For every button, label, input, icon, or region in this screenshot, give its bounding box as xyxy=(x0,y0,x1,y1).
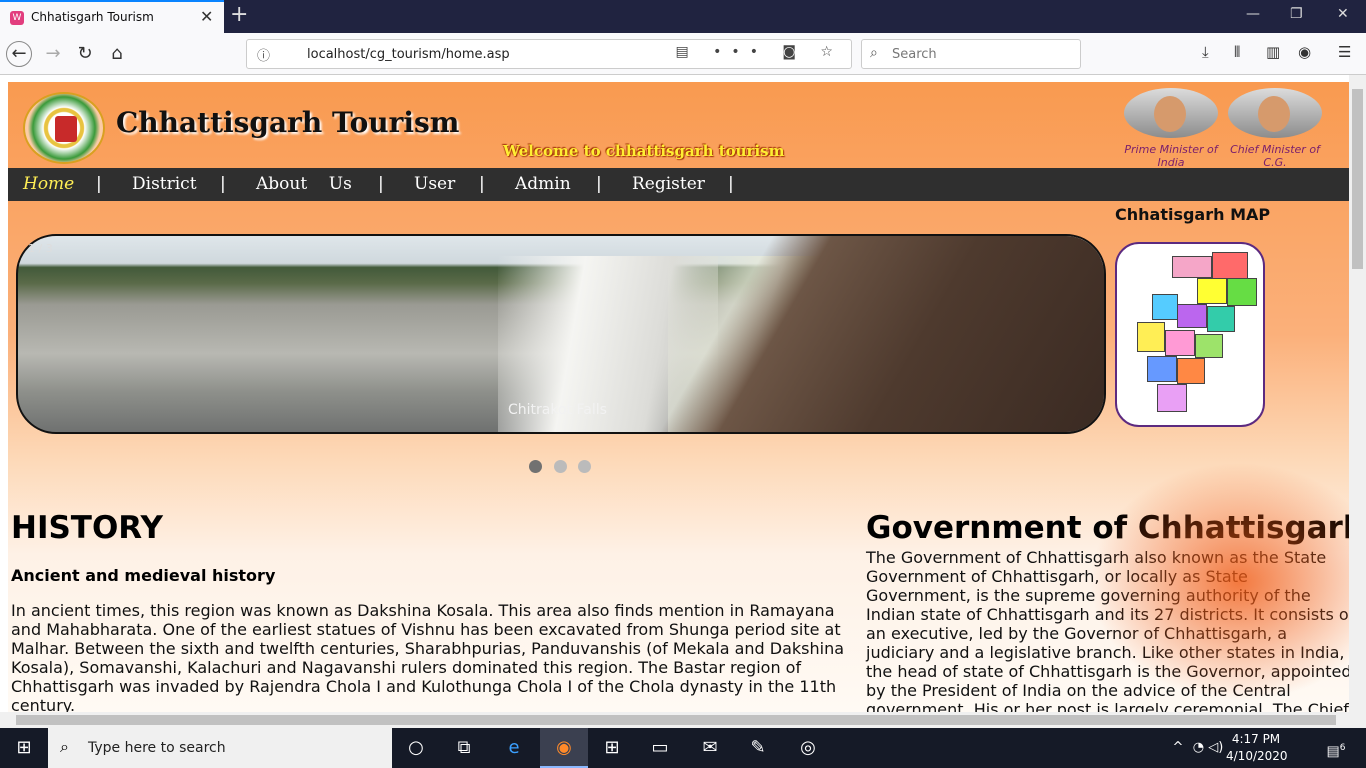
network-volume-icon[interactable]: ◔ ◁) xyxy=(1190,728,1226,768)
url-text: localhost/cg_tourism/home.asp xyxy=(307,47,510,62)
history-section: HISTORY Ancient and medieval history In … xyxy=(11,510,851,712)
search-icon: ⌕ xyxy=(870,45,878,61)
windows-taskbar: ⊞ ⌕ Type here to search ○ ⧉ e ◉ ⊞ ▭ ✉ ✎ … xyxy=(0,728,1366,768)
clock-date: 4/10/2020 xyxy=(1226,749,1288,763)
taskbar-search-input[interactable]: ⌕ Type here to search xyxy=(48,728,392,768)
home-icon[interactable]: ⌂ xyxy=(104,41,130,67)
browser-tab-bar: W Chhatisgarh Tourism ✕ + — ❐ ✕ xyxy=(0,0,1366,33)
vertical-scrollbar[interactable] xyxy=(1349,75,1366,712)
menu-separator: | xyxy=(96,174,102,194)
government-heading: Government of Chhattisgarh xyxy=(866,510,1349,546)
firefox-icon[interactable]: ◉ xyxy=(540,728,588,768)
menu-home[interactable]: Home xyxy=(23,174,74,194)
clock-time: 4:17 PM xyxy=(1231,732,1281,746)
browser-tab[interactable]: W Chhatisgarh Tourism ✕ xyxy=(0,0,224,33)
menu-separator: | xyxy=(220,174,226,194)
main-menu: Home | District | About Us | User | Admi… xyxy=(8,168,1349,201)
store-icon[interactable]: ⊞ xyxy=(588,728,636,768)
site-info-icon[interactable]: ⓘ xyxy=(257,45,270,64)
new-tab-icon[interactable]: + xyxy=(230,2,248,27)
tab-title: Chhatisgarh Tourism xyxy=(31,10,154,24)
cm-caption: Chief Minister of C.G. xyxy=(1230,143,1320,169)
menu-district[interactable]: District xyxy=(132,174,197,194)
page-viewport: Chhattisgarh Tourism Welcome to chhattis… xyxy=(8,82,1349,712)
menu-user[interactable]: User xyxy=(414,174,455,194)
history-heading: HISTORY xyxy=(11,510,163,546)
menu-separator: | xyxy=(728,174,734,194)
browser-search-input[interactable]: ⌕ Search xyxy=(861,39,1081,69)
cg-emblem-logo xyxy=(23,92,105,164)
close-tab-icon[interactable]: ✕ xyxy=(200,7,213,26)
slide-caption: Chitrakot Falls xyxy=(508,402,607,418)
terminal-icon[interactable]: ▭ xyxy=(636,728,684,768)
close-window-icon[interactable]: ✕ xyxy=(1337,6,1349,22)
browser-nav-bar: ← → ↻ ⌂ ⓘ localhost/cg_tourism/home.asp … xyxy=(0,33,1366,75)
menu-about-us[interactable]: About Us xyxy=(256,174,352,194)
pm-caption: Prime Minister of India xyxy=(1124,143,1218,169)
horizontal-scrollbar[interactable] xyxy=(0,712,1366,728)
restore-icon[interactable]: ❐ xyxy=(1290,6,1303,22)
slide-dot-2[interactable] xyxy=(554,460,567,473)
download-icon[interactable]: ⤓ xyxy=(1202,43,1209,61)
mail-icon[interactable]: ✉ xyxy=(686,728,734,768)
site-header: Chhattisgarh Tourism Welcome to chhattis… xyxy=(8,82,1349,169)
cg-map-image xyxy=(1115,242,1265,427)
pm-photo: Prime Minister of India xyxy=(1124,88,1218,169)
app-icon[interactable]: ◎ xyxy=(784,728,832,768)
cortana-icon[interactable]: ○ xyxy=(392,728,440,768)
history-subheading: Ancient and medieval history xyxy=(11,566,276,585)
map-title: Chhatisgarh MAP xyxy=(1115,205,1271,224)
paint-icon[interactable]: ✎ xyxy=(734,728,782,768)
menu-separator: | xyxy=(479,174,485,194)
edge-icon[interactable]: e xyxy=(490,728,538,768)
search-placeholder: Search xyxy=(892,47,937,62)
site-title: Chhattisgarh Tourism xyxy=(116,106,460,139)
windows-start-icon[interactable]: ⊞ xyxy=(0,728,48,768)
government-text: The Government of Chhattisgarh also know… xyxy=(866,548,1349,712)
welcome-text: Welcome to chhattisgarh tourism xyxy=(503,142,785,160)
library-icon[interactable]: ⫴ xyxy=(1234,43,1240,61)
history-text: In ancient times, this region was known … xyxy=(11,601,845,712)
search-icon: ⌕ xyxy=(60,737,69,756)
slide-dot-3[interactable] xyxy=(578,460,591,473)
reload-icon[interactable]: ↻ xyxy=(72,41,98,67)
menu-icon[interactable]: ☰ xyxy=(1338,43,1351,61)
forward-icon[interactable]: → xyxy=(40,41,66,67)
site-favicon-icon: W xyxy=(10,11,24,25)
account-icon[interactable]: ◉ xyxy=(1298,43,1311,61)
page-actions-icon[interactable]: ▤ ••• ◙ ☆ xyxy=(676,44,844,60)
notification-count: 6 xyxy=(1339,743,1346,753)
menu-register[interactable]: Register xyxy=(632,174,705,194)
government-section: Government of Chhattisgarh The Governmen… xyxy=(866,510,1349,712)
slide-dot-1[interactable] xyxy=(529,460,542,473)
cm-photo: Chief Minister of C.G. xyxy=(1228,88,1322,169)
menu-separator: | xyxy=(378,174,384,194)
minimize-icon[interactable]: — xyxy=(1246,6,1260,22)
taskbar-clock[interactable]: 4:17 PM 4/10/2020 xyxy=(1226,731,1288,765)
back-icon[interactable]: ← xyxy=(6,41,32,67)
menu-admin[interactable]: Admin xyxy=(515,174,571,194)
chevron-up-icon[interactable]: ^ xyxy=(1166,728,1190,768)
taskbar-search-placeholder: Type here to search xyxy=(88,740,226,756)
slide-counter: 1 / 3 xyxy=(28,242,53,255)
notification-icon[interactable]: ▤6 xyxy=(1316,728,1356,768)
address-bar[interactable]: ⓘ localhost/cg_tourism/home.asp ▤ ••• ◙ … xyxy=(246,39,852,69)
menu-separator: | xyxy=(596,174,602,194)
task-view-icon[interactable]: ⧉ xyxy=(440,728,488,768)
sidebar-icon[interactable]: ▥ xyxy=(1266,43,1280,61)
